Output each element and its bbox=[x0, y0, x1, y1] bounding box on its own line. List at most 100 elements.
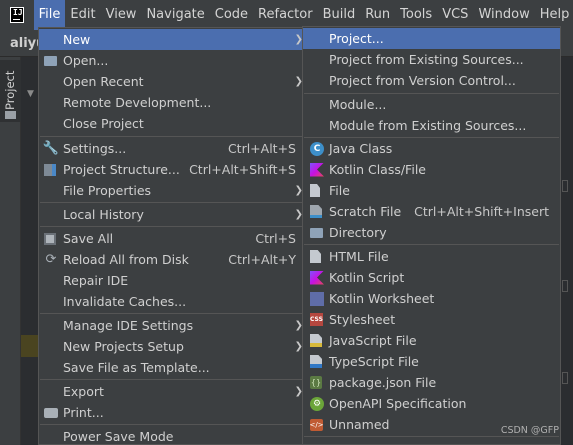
shortcut-label: Ctrl+Alt+Y bbox=[228, 252, 296, 267]
file-menu-project-structure[interactable]: Project Structure... Ctrl+Alt+Shift+S bbox=[39, 159, 306, 180]
file-menu-open-recent[interactable]: Open Recent ❯ bbox=[39, 71, 306, 92]
file-menu-local-history[interactable]: Local History ❯ bbox=[39, 204, 306, 225]
shortcut-label: Ctrl+Alt+Shift+S bbox=[189, 162, 296, 177]
file-menu-print[interactable]: Print... bbox=[39, 402, 306, 423]
file-menu-manage-ide-settings[interactable]: Manage IDE Settings ❯ bbox=[39, 315, 306, 336]
new-menu-file[interactable]: File bbox=[303, 180, 560, 201]
menu-item-label: Module... bbox=[329, 97, 387, 112]
menu-item-label: Save File as Template... bbox=[63, 360, 210, 375]
file-menu-export[interactable]: Export ❯ bbox=[39, 381, 306, 402]
new-menu-kotlin-class[interactable]: Kotlin Class/File bbox=[303, 159, 560, 180]
file-menu-file-properties[interactable]: File Properties ❯ bbox=[39, 180, 306, 201]
menu-file[interactable]: File bbox=[33, 0, 66, 30]
new-menu-module[interactable]: Module... bbox=[303, 94, 560, 115]
chevron-down-icon[interactable]: ▼ bbox=[27, 89, 34, 99]
menu-item-label: Power Save Mode bbox=[63, 429, 174, 444]
new-menu-javascript-file[interactable]: JavaScript File bbox=[303, 330, 560, 351]
new-menu-kotlin-script[interactable]: Kotlin Script bbox=[303, 267, 560, 288]
kotlin-script-icon bbox=[310, 270, 324, 285]
menu-item-label: Project from Existing Sources... bbox=[329, 52, 524, 67]
menu-item-label: Print... bbox=[63, 405, 104, 420]
shortcut-label: Ctrl+Alt+Shift+Insert bbox=[414, 204, 549, 219]
new-menu-openapi-spec[interactable]: ⚙ OpenAPI Specification bbox=[303, 393, 560, 414]
menu-item-label: Settings... bbox=[63, 141, 127, 156]
file-menu-close-project[interactable]: Close Project bbox=[39, 113, 306, 134]
new-submenu: Project... Project from Existing Sources… bbox=[302, 26, 561, 445]
menu-item-label: Kotlin Class/File bbox=[329, 162, 426, 177]
menu-item-label: Manage IDE Settings bbox=[63, 318, 194, 333]
menu-item-label: Module from Existing Sources... bbox=[329, 118, 527, 133]
shortcut-label: Ctrl+Alt+S bbox=[227, 141, 296, 156]
menu-separator bbox=[40, 226, 305, 227]
typescript-file-icon bbox=[310, 355, 322, 368]
kotlin-worksheet-icon bbox=[310, 291, 324, 306]
javascript-file-icon bbox=[310, 334, 322, 347]
new-menu-java-class[interactable]: C Java Class bbox=[303, 138, 560, 159]
new-menu-html-file[interactable]: HTML File bbox=[303, 246, 560, 267]
menu-item-label: Export bbox=[63, 384, 104, 399]
new-menu-typescript-file[interactable]: TypeScript File bbox=[303, 351, 560, 372]
file-menu-settings[interactable]: 🔧 Settings... Ctrl+Alt+S bbox=[39, 138, 306, 159]
menu-item-label: JavaScript File bbox=[329, 333, 417, 348]
package-json-icon: {} bbox=[310, 376, 322, 389]
file-menu-open[interactable]: Open... bbox=[39, 50, 306, 71]
file-menu-new-projects-setup[interactable]: New Projects Setup ❯ bbox=[39, 336, 306, 357]
unnamed-icon: </> bbox=[309, 418, 324, 431]
gutter-marker bbox=[562, 180, 568, 192]
menu-item-label: TypeScript File bbox=[329, 354, 419, 369]
project-tool-tab-label: Project bbox=[3, 70, 17, 110]
file-menu-reload-all[interactable]: ⟳ Reload All from Disk Ctrl+Alt+Y bbox=[39, 249, 306, 270]
openapi-icon: ⚙ bbox=[310, 396, 324, 411]
editor-gutter bbox=[560, 57, 573, 445]
menu-item-label: Save All bbox=[63, 231, 114, 246]
new-menu-directory[interactable]: Directory bbox=[303, 222, 560, 243]
menu-separator bbox=[40, 136, 305, 137]
new-menu-project-vcs[interactable]: Project from Version Control... bbox=[303, 70, 560, 91]
folder-icon bbox=[310, 227, 323, 238]
file-menu-power-save-mode[interactable]: Power Save Mode bbox=[39, 426, 306, 445]
highlighted-row bbox=[21, 335, 39, 357]
menu-separator bbox=[304, 436, 559, 437]
menu-item-label: Local History bbox=[63, 207, 144, 222]
file-menu-new[interactable]: New ❯ bbox=[39, 29, 306, 50]
file-menu-save-all[interactable]: Save All Ctrl+S bbox=[39, 228, 306, 249]
project-panel bbox=[21, 57, 39, 445]
menu-code[interactable]: Code bbox=[210, 0, 253, 30]
menu-item-label: Directory bbox=[329, 225, 387, 240]
menu-item-label: File bbox=[329, 183, 350, 198]
new-menu-scratch-file[interactable]: Scratch File Ctrl+Alt+Shift+Insert bbox=[303, 201, 560, 222]
menu-item-label: Stylesheet bbox=[329, 312, 396, 327]
menu-item-label: package.json File bbox=[329, 375, 437, 390]
project-structure-icon bbox=[44, 163, 56, 176]
file-menu-save-as-template[interactable]: Save File as Template... bbox=[39, 357, 306, 378]
file-menu-repair-ide[interactable]: Repair IDE bbox=[39, 270, 306, 291]
gutter-marker bbox=[562, 280, 568, 292]
new-menu-package-json[interactable]: {} package.json File bbox=[303, 372, 560, 393]
folder-open-icon bbox=[44, 55, 57, 66]
menu-edit[interactable]: Edit bbox=[65, 0, 100, 30]
menu-item-label: Kotlin Worksheet bbox=[329, 291, 435, 306]
menu-item-label: Close Project bbox=[63, 116, 144, 131]
menu-navigate[interactable]: Navigate bbox=[141, 0, 209, 30]
menu-item-label: Project... bbox=[329, 31, 384, 46]
kotlin-icon bbox=[310, 162, 324, 177]
new-menu-module-existing-sources[interactable]: Module from Existing Sources... bbox=[303, 115, 560, 136]
file-menu: New ❯ Open... Open Recent ❯ Remote Devel… bbox=[38, 27, 307, 445]
file-menu-invalidate-caches[interactable]: Invalidate Caches... bbox=[39, 291, 306, 312]
new-menu-stylesheet[interactable]: CSS Stylesheet bbox=[303, 309, 560, 330]
save-icon bbox=[44, 232, 56, 245]
file-menu-remote-development[interactable]: Remote Development... bbox=[39, 92, 306, 113]
watermark: CSDN @GFP bbox=[500, 425, 559, 436]
folder-icon bbox=[5, 111, 16, 119]
intellij-logo-icon[interactable]: IJ bbox=[10, 7, 24, 23]
new-menu-kotlin-worksheet[interactable]: Kotlin Worksheet bbox=[303, 288, 560, 309]
logo-text: IJ bbox=[13, 8, 23, 17]
new-menu-project[interactable]: Project... bbox=[303, 28, 560, 49]
new-menu-project-existing-sources[interactable]: Project from Existing Sources... bbox=[303, 49, 560, 70]
menu-item-label: Scratch File bbox=[329, 204, 402, 219]
gutter-marker bbox=[562, 372, 568, 384]
file-icon bbox=[310, 184, 320, 197]
menu-item-label: New Projects Setup bbox=[63, 339, 184, 354]
menu-view[interactable]: View bbox=[101, 0, 142, 30]
menu-separator bbox=[304, 244, 559, 245]
